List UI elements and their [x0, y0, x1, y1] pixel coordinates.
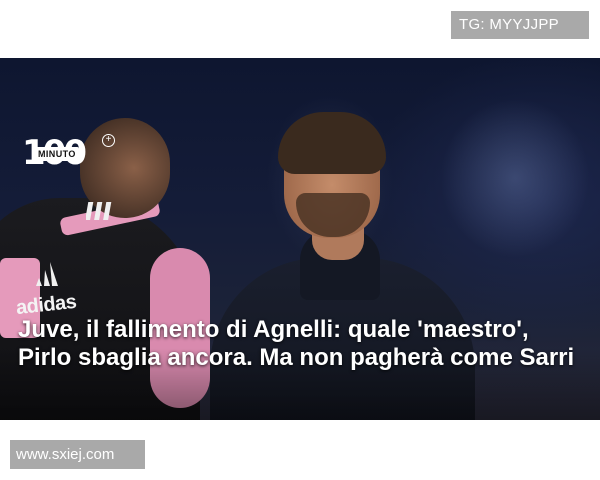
90min-logo[interactable]: 100 MINUTO + [22, 134, 115, 174]
article-headline[interactable]: Juve, il fallimento di Agnelli: quale 'm… [18, 316, 578, 372]
adidas-logo-icon [36, 262, 58, 286]
website-watermark: www.sxiej.com [10, 440, 145, 469]
telegram-watermark: TG: MYYJJPP [451, 11, 589, 39]
logo-plus-icon: + [102, 134, 115, 147]
stadium-light [440, 98, 590, 258]
logo-word: MINUTO [35, 147, 79, 161]
coach-hair [278, 112, 386, 174]
three-stripes-icon [86, 202, 112, 220]
